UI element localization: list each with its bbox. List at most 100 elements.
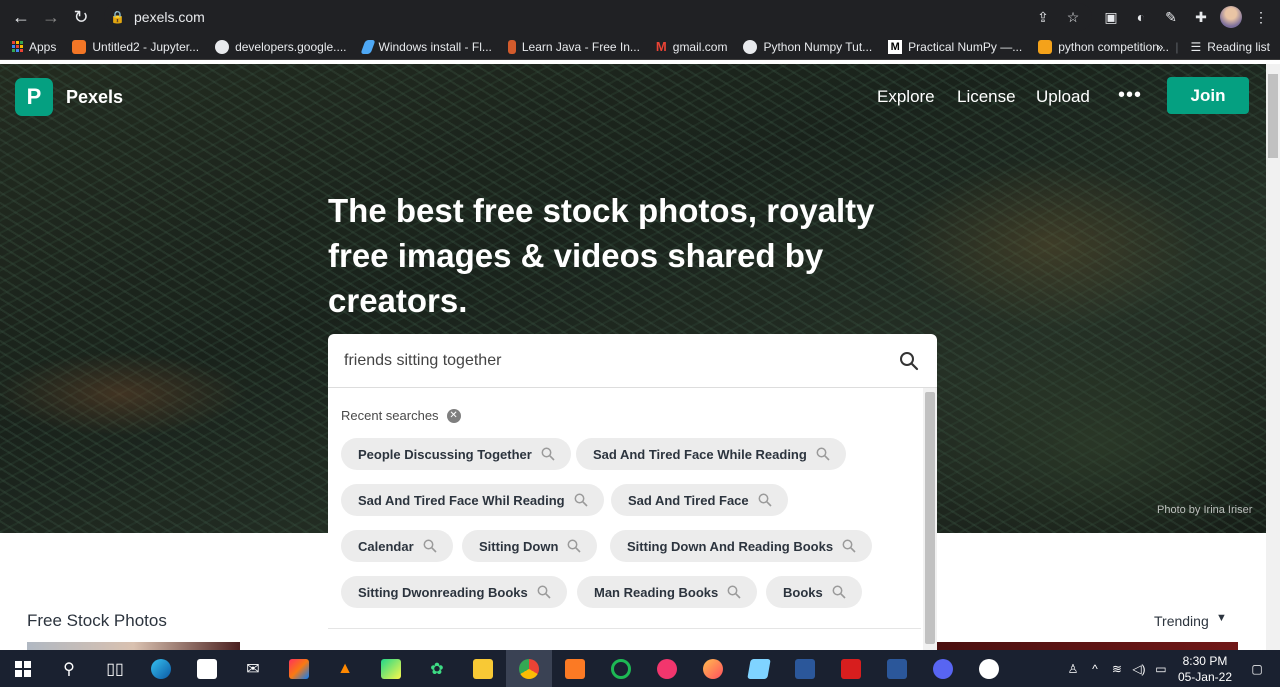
address-bar[interactable]: 🔒 pexels.com — [104, 3, 1092, 31]
mail-icon[interactable]: ✉ — [230, 650, 276, 687]
join-button[interactable]: Join — [1167, 77, 1249, 114]
more-menu-icon[interactable]: ••• — [1118, 84, 1142, 107]
recent-search-chip[interactable]: Sitting Down — [462, 530, 598, 562]
share-icon[interactable]: ⇪ — [1028, 2, 1058, 32]
lock-icon: 🔒 — [110, 10, 125, 24]
extension-icon[interactable]: ◐ — [1126, 2, 1156, 32]
volume-icon[interactable]: ◁) — [1128, 662, 1150, 676]
photo-credit[interactable]: Photo by Irina Iriser — [1157, 504, 1252, 516]
chevron-up-icon[interactable]: ^ — [1084, 662, 1106, 676]
word-icon[interactable] — [874, 650, 920, 687]
recent-search-chip[interactable]: Sitting Dwonreading Books — [341, 576, 567, 608]
nav-license[interactable]: License — [957, 87, 1016, 107]
search-icon — [567, 539, 582, 553]
app-icon[interactable] — [736, 650, 782, 687]
nav-upload[interactable]: Upload — [1036, 87, 1090, 107]
app-icon[interactable]: ✿ — [414, 650, 460, 687]
wifi-icon[interactable]: ≋ — [1106, 662, 1128, 676]
recent-search-chip[interactable]: Sad And Tired Face While Reading — [576, 438, 846, 470]
more-bookmarks-icon[interactable]: » — [1157, 40, 1164, 54]
reading-list-icon[interactable]: ☰ — [1191, 40, 1202, 54]
medium-icon: M — [888, 39, 903, 54]
forward-icon[interactable]: → — [36, 2, 66, 32]
photo-thumbnail[interactable] — [27, 642, 240, 650]
apps-icon — [12, 41, 23, 52]
bookmark-item[interactable]: python competition... — [1030, 39, 1177, 54]
xampp-icon[interactable] — [552, 650, 598, 687]
search-icon — [574, 493, 588, 507]
bookmark-divider: | — [1175, 40, 1179, 54]
pycharm-icon[interactable] — [368, 650, 414, 687]
bookmark-item[interactable]: Apps — [0, 40, 64, 54]
pexels-logo-icon[interactable]: P — [15, 78, 53, 116]
chip-label: People Discussing Together — [358, 446, 532, 462]
sort-dropdown[interactable]: Trending — [1154, 613, 1209, 629]
edge-icon[interactable] — [138, 650, 184, 687]
media-player-icon[interactable] — [644, 650, 690, 687]
search-icon — [832, 585, 846, 599]
page-scrollbar[interactable] — [1266, 64, 1280, 650]
recent-search-chip[interactable]: Books — [766, 576, 862, 608]
search-icon — [423, 539, 437, 553]
search-input[interactable] — [344, 351, 889, 370]
recent-searches-label: Recent searches — [341, 408, 439, 423]
bookmark-item[interactable]: Python Numpy Tut... — [735, 39, 880, 54]
back-icon[interactable]: ← — [6, 2, 36, 32]
recent-searches-header: Recent searches ✕ — [341, 408, 461, 423]
chip-label: Sitting Dwonreading Books — [358, 584, 528, 600]
recent-search-chip[interactable]: Sad And Tired Face — [611, 484, 788, 516]
bookmark-item[interactable]: Learn Java - Free In... — [500, 39, 648, 54]
clear-history-icon[interactable]: ✕ — [446, 408, 461, 423]
app-icon[interactable] — [598, 650, 644, 687]
chip-label: Sitting Down — [479, 538, 559, 554]
brand-name[interactable]: Pexels — [66, 87, 123, 108]
recent-search-chip[interactable]: Man Reading Books — [577, 576, 758, 608]
recent-search-chip[interactable]: Calendar — [341, 530, 453, 562]
bookmark-item[interactable]: M Practical NumPy —... — [880, 39, 1030, 54]
extension-icon[interactable]: ✎ — [1156, 2, 1186, 32]
task-view-icon[interactable]: ▯▯ — [92, 650, 138, 687]
windows-taskbar: ⚲ ▯▯ ✉ ▲ ✿ ♙ ^ ≋ ◁) ▭ 8:30 PM 05-Jan-22 … — [0, 650, 1280, 687]
bookmark-label: Windows install - Fl... — [378, 39, 492, 54]
bookmark-item[interactable]: M gmail.com — [648, 39, 736, 54]
section-title: Free Stock Photos — [27, 611, 167, 630]
chrome-icon[interactable] — [506, 650, 552, 687]
recent-search-chip[interactable]: Sad And Tired Face Whil Reading — [341, 484, 604, 516]
bookmark-star-icon[interactable]: ☆ — [1058, 2, 1088, 32]
clock-date: 05-Jan-22 — [1177, 669, 1232, 684]
clock[interactable]: 8:30 PM 05-Jan-22 — [1178, 653, 1232, 685]
intellij-icon[interactable] — [276, 650, 322, 687]
bookmark-item[interactable]: Windows install - Fl... — [355, 39, 500, 54]
extension-icon[interactable]: ▣ — [1096, 2, 1126, 32]
url-text: pexels.com — [134, 9, 205, 25]
puzzle-icon[interactable]: ✚ — [1186, 2, 1216, 32]
firefox-icon[interactable] — [690, 650, 736, 687]
profile-avatar[interactable] — [1216, 2, 1246, 32]
acrobat-icon[interactable] — [828, 650, 874, 687]
file-explorer-icon[interactable] — [460, 650, 506, 687]
jupyter-icon — [72, 39, 87, 54]
windows-start-icon[interactable] — [0, 650, 46, 687]
bookmark-item[interactable]: developers.google.... — [207, 39, 354, 54]
search-icon[interactable] — [889, 341, 929, 381]
recent-search-chip[interactable]: Sitting Down And Reading Books — [610, 530, 873, 562]
discord-icon[interactable] — [920, 650, 966, 687]
recent-search-chip[interactable]: People Discussing Together — [341, 438, 571, 470]
search-icon[interactable]: ⚲ — [46, 650, 92, 687]
people-icon[interactable]: ♙ — [1062, 662, 1084, 676]
reload-icon[interactable]: ↻ — [66, 2, 96, 32]
nav-explore[interactable]: Explore — [877, 87, 935, 107]
battery-icon[interactable]: ▭ — [1150, 662, 1172, 676]
photo-thumbnail[interactable] — [937, 642, 1238, 650]
search-icon — [816, 447, 830, 461]
store-icon[interactable] — [184, 650, 230, 687]
notification-icon[interactable]: ▢ — [1246, 662, 1268, 676]
photos-icon[interactable] — [966, 650, 1012, 687]
bookmark-item[interactable]: Untitled2 - Jupyter... — [64, 39, 207, 54]
dropdown-scrollbar[interactable] — [923, 388, 937, 650]
vlc-icon[interactable]: ▲ — [322, 650, 368, 687]
menu-icon[interactable]: ⋮ — [1246, 2, 1276, 32]
chevron-down-icon[interactable]: ▼ — [1216, 612, 1227, 624]
app-icon[interactable] — [782, 650, 828, 687]
reading-list-label[interactable]: Reading list — [1207, 40, 1270, 54]
